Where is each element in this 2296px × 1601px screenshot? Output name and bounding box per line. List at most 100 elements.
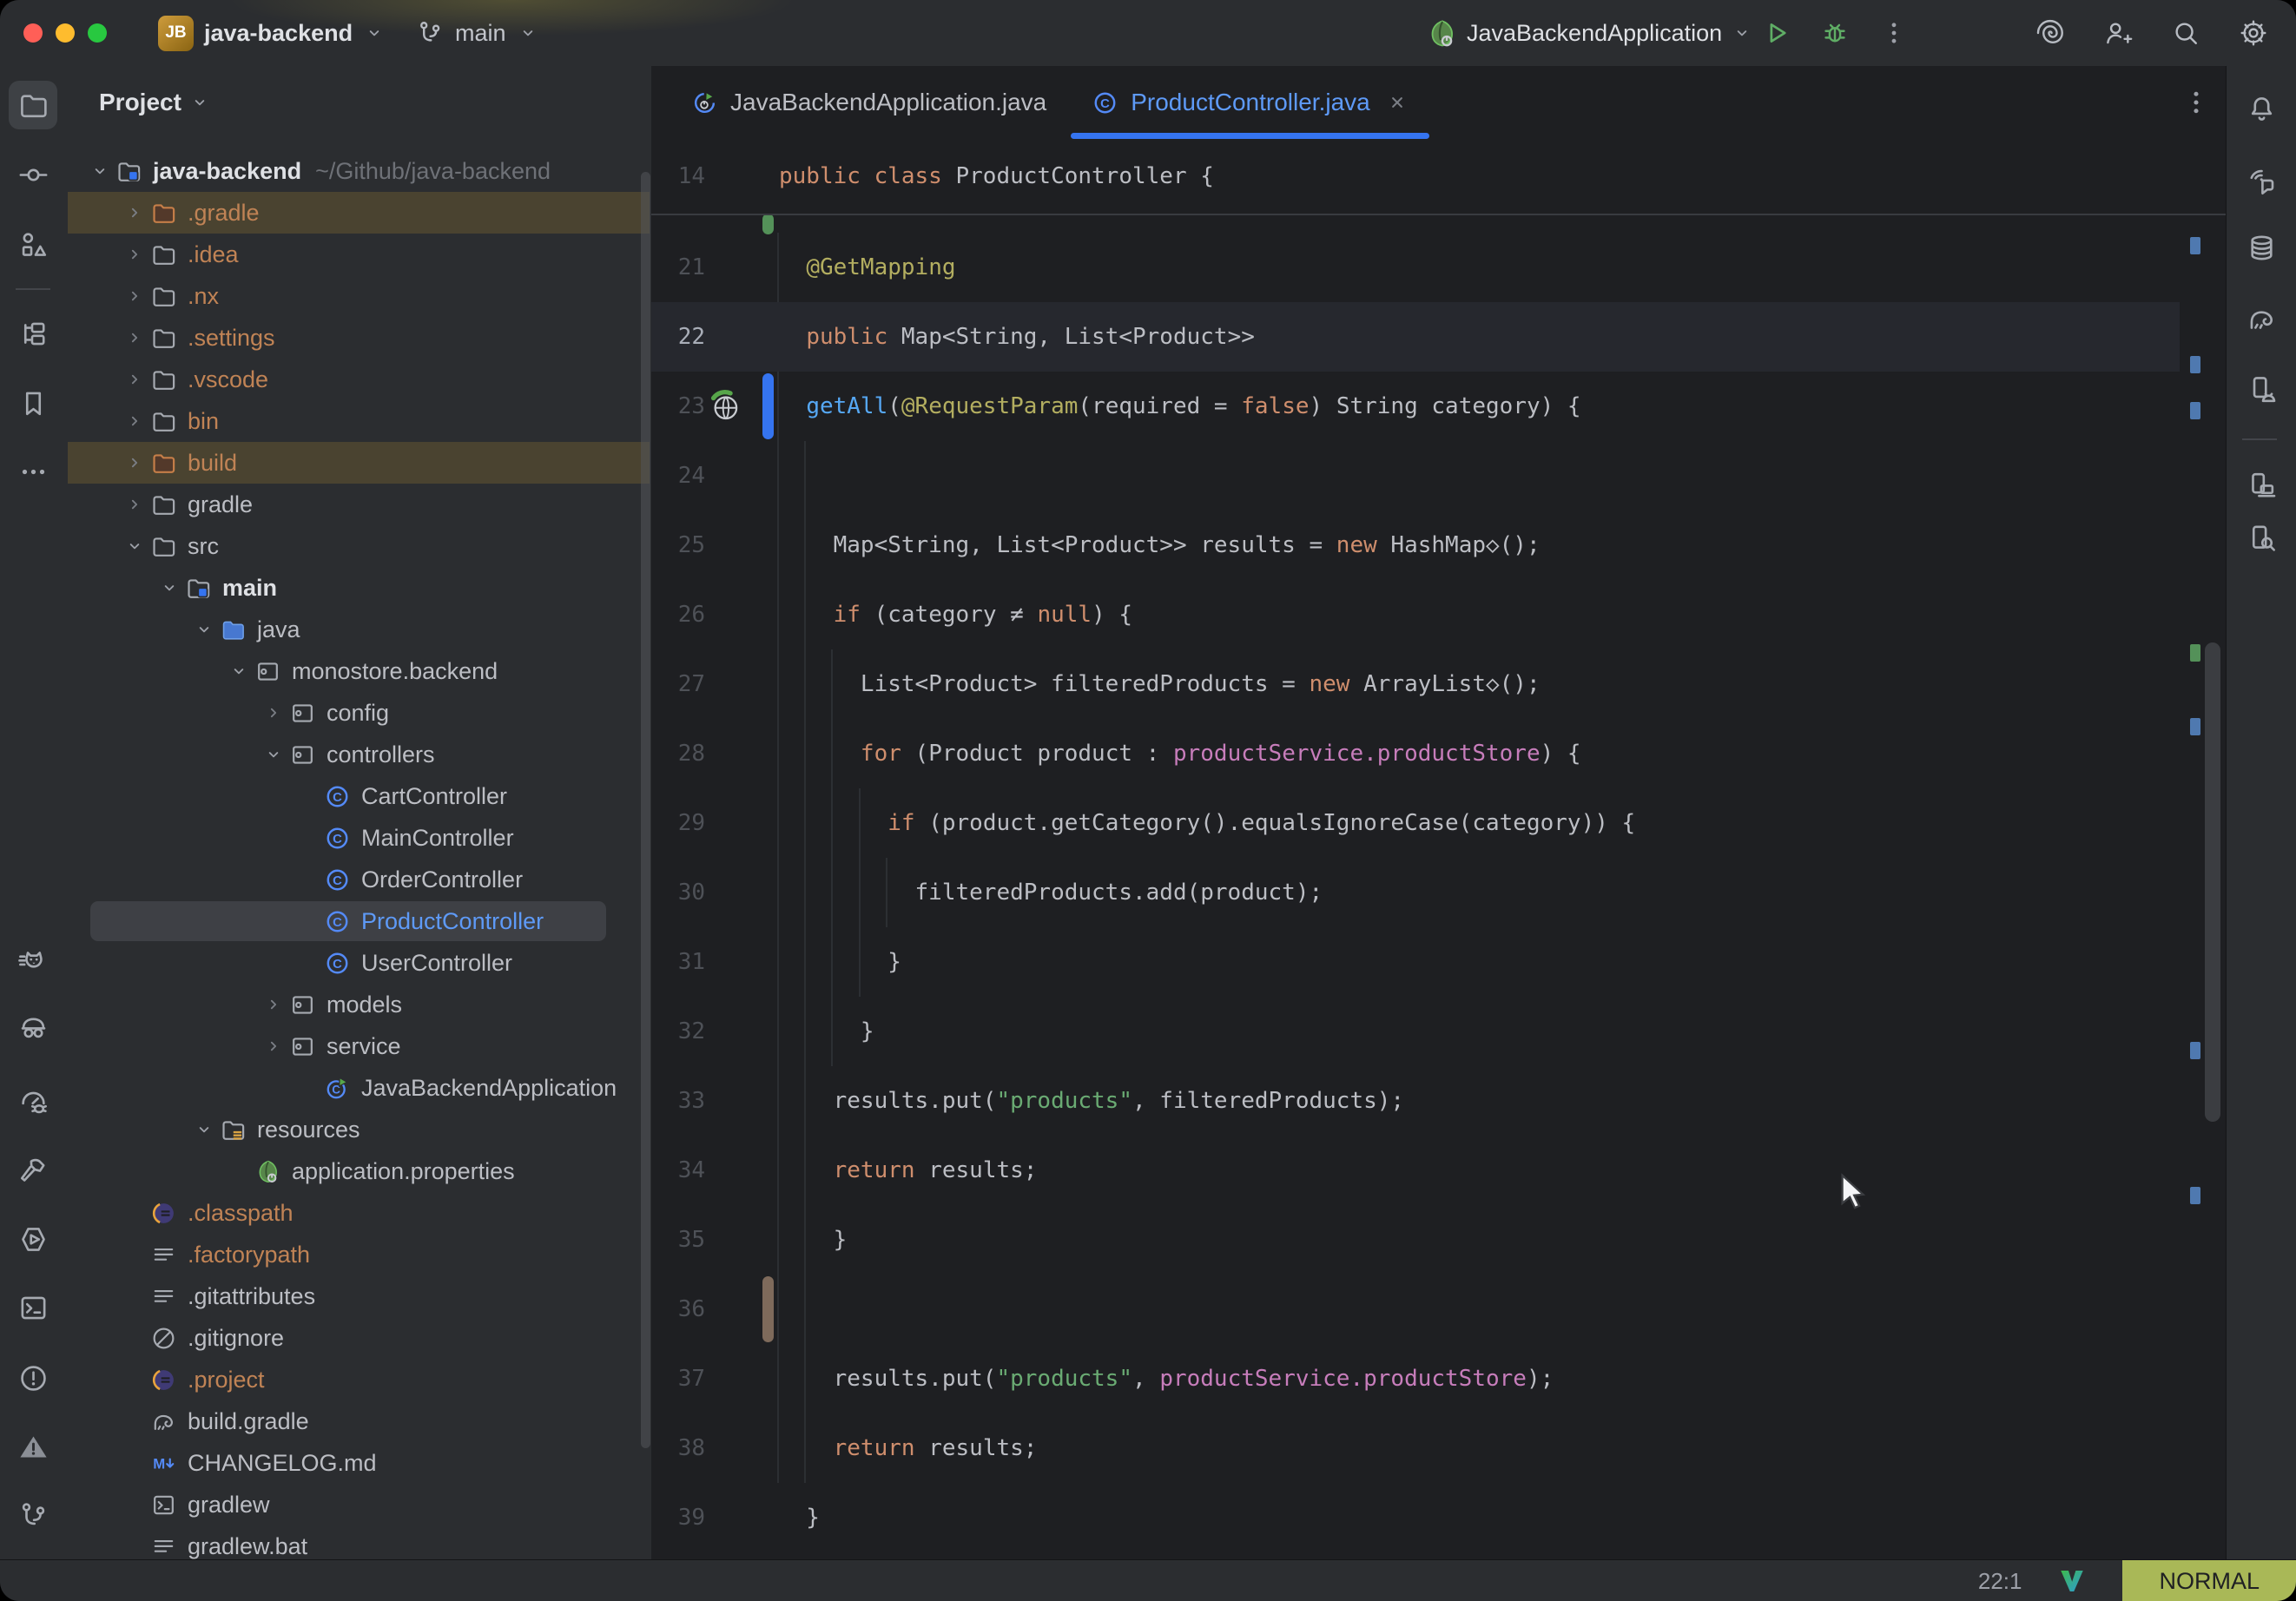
settings-gear-icon[interactable] bbox=[2239, 18, 2268, 48]
tree-item-application-properties[interactable]: application.properties bbox=[66, 1150, 651, 1192]
line-number[interactable]: 26 bbox=[651, 580, 705, 649]
line-number[interactable]: 30 bbox=[651, 858, 705, 927]
line-number[interactable]: 35 bbox=[651, 1205, 705, 1275]
tab-javabackendapplication[interactable]: JavaBackendApplication.java bbox=[669, 66, 1069, 139]
line-number[interactable]: 21 bbox=[651, 233, 705, 302]
device-file-explorer-icon[interactable] bbox=[2237, 513, 2286, 562]
tree-item--classpath[interactable]: .classpath bbox=[66, 1192, 651, 1234]
run-config-widget[interactable]: JavaBackendApplication bbox=[1426, 0, 1753, 66]
chevron-right-icon[interactable] bbox=[123, 368, 146, 391]
code-line[interactable]: if (category ≠ null) { bbox=[779, 580, 1132, 649]
tree-item--gradle[interactable]: .gradle bbox=[66, 192, 651, 234]
code-line[interactable]: } bbox=[779, 1205, 847, 1275]
chevron-right-icon[interactable] bbox=[123, 451, 146, 474]
tree-item-maincontroller[interactable]: CMainController bbox=[66, 817, 651, 859]
ai-chat-icon[interactable] bbox=[2237, 156, 2286, 205]
ideavim-icon[interactable] bbox=[2056, 1565, 2088, 1597]
chevron-down-icon[interactable] bbox=[123, 535, 146, 557]
stripe-tick-blue[interactable] bbox=[2190, 356, 2200, 373]
project-tree-scrollbar[interactable] bbox=[641, 172, 650, 1448]
line-number[interactable]: 27 bbox=[651, 649, 705, 719]
code-line[interactable]: for (Product product : productService.pr… bbox=[779, 719, 1581, 788]
chevron-right-icon[interactable] bbox=[262, 993, 285, 1016]
line-number[interactable]: 37 bbox=[651, 1344, 705, 1413]
line-number[interactable]: 34 bbox=[651, 1136, 705, 1205]
stripe-tick-blue[interactable] bbox=[2190, 237, 2200, 254]
project-folder-icon[interactable] bbox=[9, 81, 57, 129]
code-line[interactable]: public Map<String, List<Product>> bbox=[779, 302, 1255, 372]
tree-item-build-gradle[interactable]: build.gradle bbox=[66, 1400, 651, 1442]
line-number[interactable]: 22 bbox=[651, 302, 705, 372]
tree-item-config[interactable]: config bbox=[66, 692, 651, 734]
tree-item-main[interactable]: main bbox=[66, 567, 651, 609]
ai-cat-icon[interactable] bbox=[9, 938, 57, 986]
stripe-tick-blue[interactable] bbox=[2190, 1187, 2200, 1204]
chevron-right-icon[interactable] bbox=[123, 285, 146, 307]
tree-item--gitattributes[interactable]: .gitattributes bbox=[66, 1275, 651, 1317]
add-user-icon[interactable] bbox=[2103, 18, 2133, 48]
chevron-right-icon[interactable] bbox=[262, 702, 285, 724]
minimize-button[interactable] bbox=[56, 23, 75, 43]
tree-item--nx[interactable]: .nx bbox=[66, 275, 651, 317]
tree-item-build[interactable]: build bbox=[66, 442, 651, 484]
code-line[interactable]: List<Product> filteredProducts = new Arr… bbox=[779, 649, 1541, 719]
caret-position[interactable]: 22:1 bbox=[1978, 1568, 2022, 1595]
tree-item-gradlew[interactable]: gradlew bbox=[66, 1484, 651, 1525]
tree-item-monostore-backend[interactable]: monostore.backend bbox=[66, 650, 651, 692]
code-line[interactable]: results.put("products", productService.p… bbox=[779, 1344, 1554, 1413]
line-number[interactable]: 39 bbox=[651, 1483, 705, 1552]
warnings-icon[interactable] bbox=[9, 1422, 57, 1471]
code-line[interactable]: } bbox=[779, 927, 901, 997]
tree-item-service[interactable]: service bbox=[66, 1025, 651, 1067]
tree-item--gitignore[interactable]: .gitignore bbox=[66, 1317, 651, 1359]
stripe-tick-blue[interactable] bbox=[2190, 718, 2200, 735]
database-icon[interactable] bbox=[2237, 223, 2286, 272]
line-number[interactable]: 29 bbox=[651, 788, 705, 858]
line-number[interactable]: 32 bbox=[651, 997, 705, 1066]
chevron-down-icon[interactable] bbox=[262, 743, 285, 766]
chevron-down-icon[interactable] bbox=[193, 618, 215, 641]
spring-mapping-globe-icon[interactable] bbox=[707, 388, 743, 425]
line-number[interactable]: 31 bbox=[651, 927, 705, 997]
device-manager-icon[interactable] bbox=[2237, 365, 2286, 413]
tree-item-gradlew-bat[interactable]: gradlew.bat bbox=[66, 1525, 651, 1559]
notifications-icon[interactable] bbox=[2237, 84, 2286, 133]
code-line[interactable]: @GetMapping bbox=[779, 233, 956, 302]
chevron-right-icon[interactable] bbox=[262, 1035, 285, 1057]
chevron-right-icon[interactable] bbox=[123, 493, 146, 516]
more-tool-windows-icon[interactable] bbox=[9, 447, 57, 496]
tree-item--idea[interactable]: .idea bbox=[66, 234, 651, 275]
tree-item-java-backend[interactable]: java-backend~/Github/java-backend bbox=[66, 150, 651, 192]
profiler-icon[interactable] bbox=[9, 1077, 57, 1125]
line-number[interactable]: 24 bbox=[651, 441, 705, 511]
tree-item-src[interactable]: src bbox=[66, 525, 651, 567]
search-icon[interactable] bbox=[2171, 18, 2200, 48]
commit-icon[interactable] bbox=[9, 150, 57, 199]
tree-item-resources[interactable]: resources bbox=[66, 1109, 651, 1150]
stripe-tick-green[interactable] bbox=[2190, 644, 2200, 662]
gradle-icon[interactable] bbox=[2237, 294, 2286, 343]
line-number[interactable]: 25 bbox=[651, 511, 705, 580]
tree-item-cartcontroller[interactable]: CCartController bbox=[66, 775, 651, 817]
vcs-ws-marker[interactable] bbox=[762, 1276, 774, 1342]
github-copilot-icon[interactable] bbox=[9, 1005, 57, 1053]
editor-scrollbar[interactable] bbox=[2205, 642, 2220, 1122]
line-number[interactable]: 33 bbox=[651, 1066, 705, 1136]
code-line[interactable]: return results; bbox=[779, 1136, 1037, 1205]
tree-item-models[interactable]: models bbox=[66, 984, 651, 1025]
tab-options-kebab-icon[interactable] bbox=[2181, 87, 2212, 118]
line-number[interactable]: 38 bbox=[651, 1413, 705, 1483]
code-line[interactable]: } bbox=[779, 997, 874, 1066]
vcs-added-marker[interactable] bbox=[762, 214, 774, 234]
code-line[interactable]: filteredProducts.add(product); bbox=[779, 858, 1323, 927]
tree-item-bin[interactable]: bin bbox=[66, 400, 651, 442]
tree-item--vscode[interactable]: .vscode bbox=[66, 359, 651, 400]
structure-icon[interactable] bbox=[9, 221, 57, 269]
stripe-tick-blue[interactable] bbox=[2190, 1042, 2200, 1059]
chevron-down-icon[interactable] bbox=[158, 576, 181, 599]
chevron-right-icon[interactable] bbox=[123, 410, 146, 432]
vim-mode-badge[interactable]: NORMAL bbox=[2122, 1560, 2296, 1601]
project-panel-header[interactable]: Project bbox=[99, 89, 211, 116]
tree-item--factorypath[interactable]: .factorypath bbox=[66, 1234, 651, 1275]
zoom-button[interactable] bbox=[88, 23, 107, 43]
